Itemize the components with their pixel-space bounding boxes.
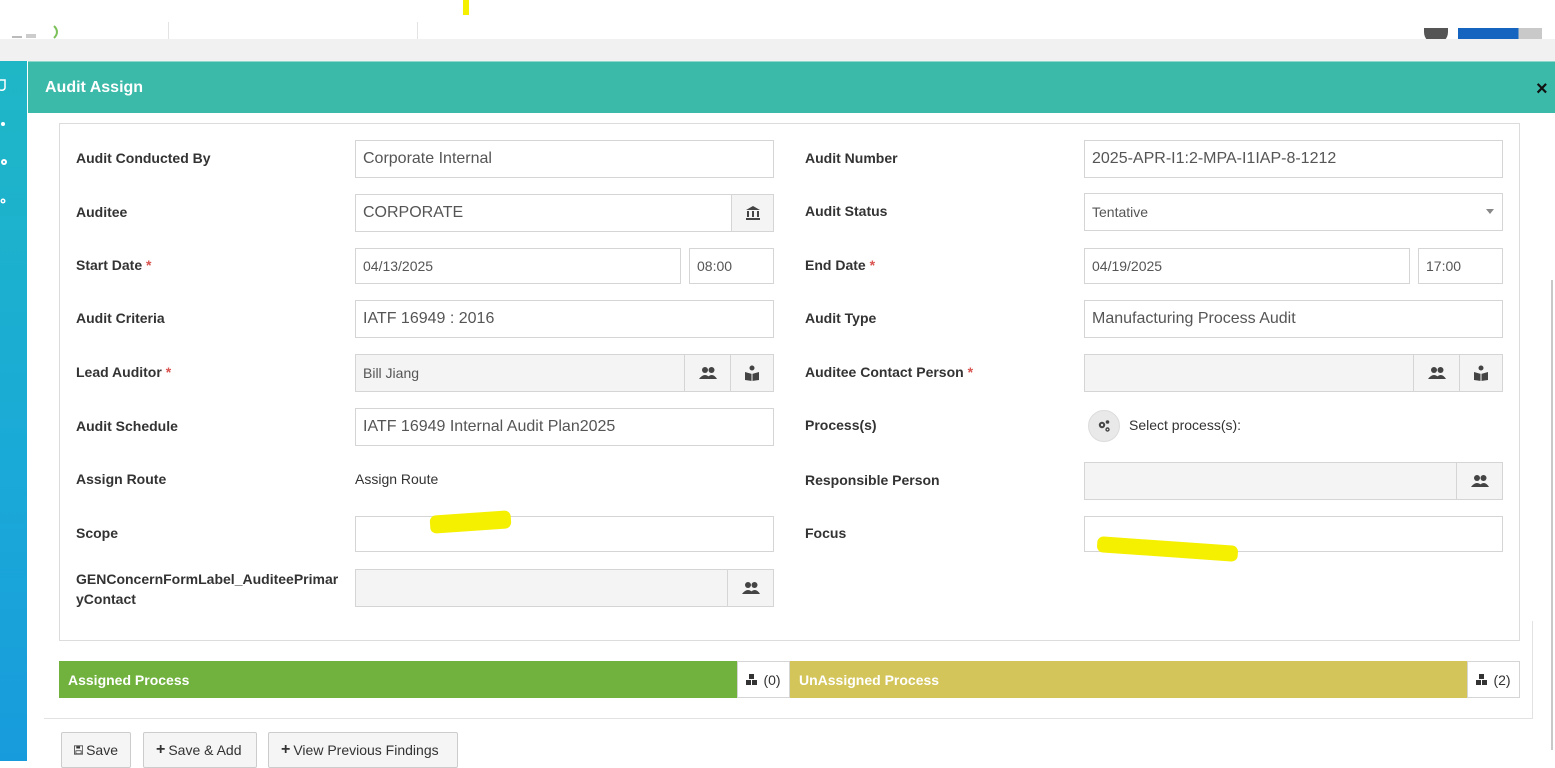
start-time-input[interactable]: 08:00	[689, 248, 774, 284]
end-date-label: End Date *	[805, 257, 876, 273]
process-gears-icon[interactable]	[1088, 410, 1120, 442]
modal-title: Audit Assign	[45, 79, 144, 96]
user-book-icon[interactable]	[1459, 354, 1503, 392]
app-subheader	[0, 39, 1555, 61]
start-date-input[interactable]: 04/13/2025	[355, 248, 681, 284]
view-previous-label: View Previous Findings	[293, 742, 439, 758]
audit-conducted-by-field[interactable]: Corporate Internal	[355, 140, 774, 178]
assigned-process-count[interactable]: (0)	[737, 661, 790, 698]
cubes-icon	[1476, 673, 1488, 685]
users-icon[interactable]	[727, 569, 774, 607]
users-icon[interactable]	[1456, 462, 1503, 500]
required-marker: *	[869, 257, 876, 273]
panel-divider	[1532, 621, 1533, 719]
lead-auditor-label: Lead Auditor *	[76, 364, 172, 380]
focus-label: Focus	[805, 525, 847, 541]
audit-number-label: Audit Number	[805, 150, 898, 166]
responsible-person-label: Responsible Person	[805, 472, 940, 488]
unassigned-count-value: (2)	[1493, 671, 1511, 688]
audit-schedule-label: Audit Schedule	[76, 418, 178, 434]
sidebar-eye-icon[interactable]	[0, 197, 8, 205]
audit-status-select[interactable]: Tentative	[1084, 193, 1503, 231]
auditee-field[interactable]: CORPORATE	[355, 194, 732, 232]
chevron-down-icon	[1486, 209, 1494, 214]
save-add-button-label: Save & Add	[168, 742, 242, 758]
audit-assign-modal: Audit Assign × Audit Conducted By Corpor…	[28, 61, 1555, 768]
audit-schedule-field[interactable]: IATF 16949 Internal Audit Plan2025	[355, 408, 774, 446]
audit-type-field[interactable]: Manufacturing Process Audit	[1084, 300, 1503, 338]
modal-header: Audit Assign ×	[28, 61, 1555, 113]
primary-contact-label: GENConcernFormLabel_AuditeePrimar yConta…	[76, 571, 339, 607]
end-time-input[interactable]: 17:00	[1418, 248, 1503, 284]
audit-conducted-by-label: Audit Conducted By	[76, 150, 211, 166]
assign-route-value: Assign Route	[355, 471, 439, 487]
plus-icon: +	[281, 741, 291, 758]
assigned-process-bar[interactable]: Assigned Process	[59, 661, 737, 698]
unassigned-process-bar[interactable]: UnAssigned Process	[790, 661, 1467, 698]
sidebar-gear-icon[interactable]	[0, 120, 8, 128]
processes-label: Process(s)	[805, 417, 877, 433]
scope-label: Scope	[76, 525, 119, 541]
users-icon[interactable]	[1413, 354, 1460, 392]
app-top-bar	[0, 0, 1555, 45]
unassigned-process-count[interactable]: (2)	[1467, 661, 1520, 698]
primary-contact-field[interactable]	[355, 569, 728, 607]
select-processes-text[interactable]: Select process(s):	[1129, 417, 1241, 433]
start-date-label: Start Date *	[76, 257, 152, 273]
institution-icon[interactable]	[731, 194, 774, 232]
end-date-input[interactable]: 04/19/2025	[1084, 248, 1410, 284]
app-logo	[4, 24, 64, 40]
auditee-contact-label: Auditee Contact Person *	[805, 364, 974, 380]
sidebar	[0, 61, 27, 761]
audit-number-field[interactable]: 2025-APR-I1:2-MPA-I1IAP-8-1212	[1084, 140, 1503, 178]
view-previous-findings-button[interactable]: + View Previous Findings	[268, 732, 458, 768]
audit-criteria-field[interactable]: IATF 16949 : 2016	[355, 300, 774, 338]
required-marker: *	[165, 364, 172, 380]
audit-criteria-label: Audit Criteria	[76, 310, 165, 326]
save-and-add-button[interactable]: + Save & Add	[143, 732, 257, 768]
scope-field[interactable]	[355, 516, 774, 552]
required-marker: *	[146, 257, 152, 273]
cubes-icon	[746, 673, 758, 685]
required-marker: *	[967, 364, 974, 380]
audit-status-label: Audit Status	[805, 203, 888, 219]
footer-divider	[44, 718, 1532, 719]
responsible-person-field[interactable]	[1084, 462, 1457, 500]
sidebar-settings-icon[interactable]	[0, 158, 8, 166]
modal-scrollbar[interactable]	[1551, 280, 1553, 750]
auditee-contact-field[interactable]	[1084, 354, 1414, 392]
save-button[interactable]: Save	[61, 732, 131, 768]
auditee-label: Auditee	[76, 204, 128, 220]
lead-auditor-field[interactable]: Bill Jiang	[355, 354, 685, 392]
audit-status-value: Tentative	[1092, 204, 1149, 220]
save-button-label: Save	[86, 742, 118, 758]
assign-route-label: Assign Route	[76, 471, 167, 487]
floppy-icon	[74, 745, 84, 755]
assigned-count-value: (0)	[763, 671, 781, 688]
users-icon[interactable]	[684, 354, 731, 392]
sidebar-shield-icon[interactable]	[0, 79, 8, 91]
user-book-icon[interactable]	[730, 354, 774, 392]
highlight-mark	[463, 0, 469, 15]
close-icon[interactable]: ×	[1536, 79, 1548, 99]
plus-icon: +	[156, 741, 166, 758]
audit-type-label: Audit Type	[805, 310, 877, 326]
